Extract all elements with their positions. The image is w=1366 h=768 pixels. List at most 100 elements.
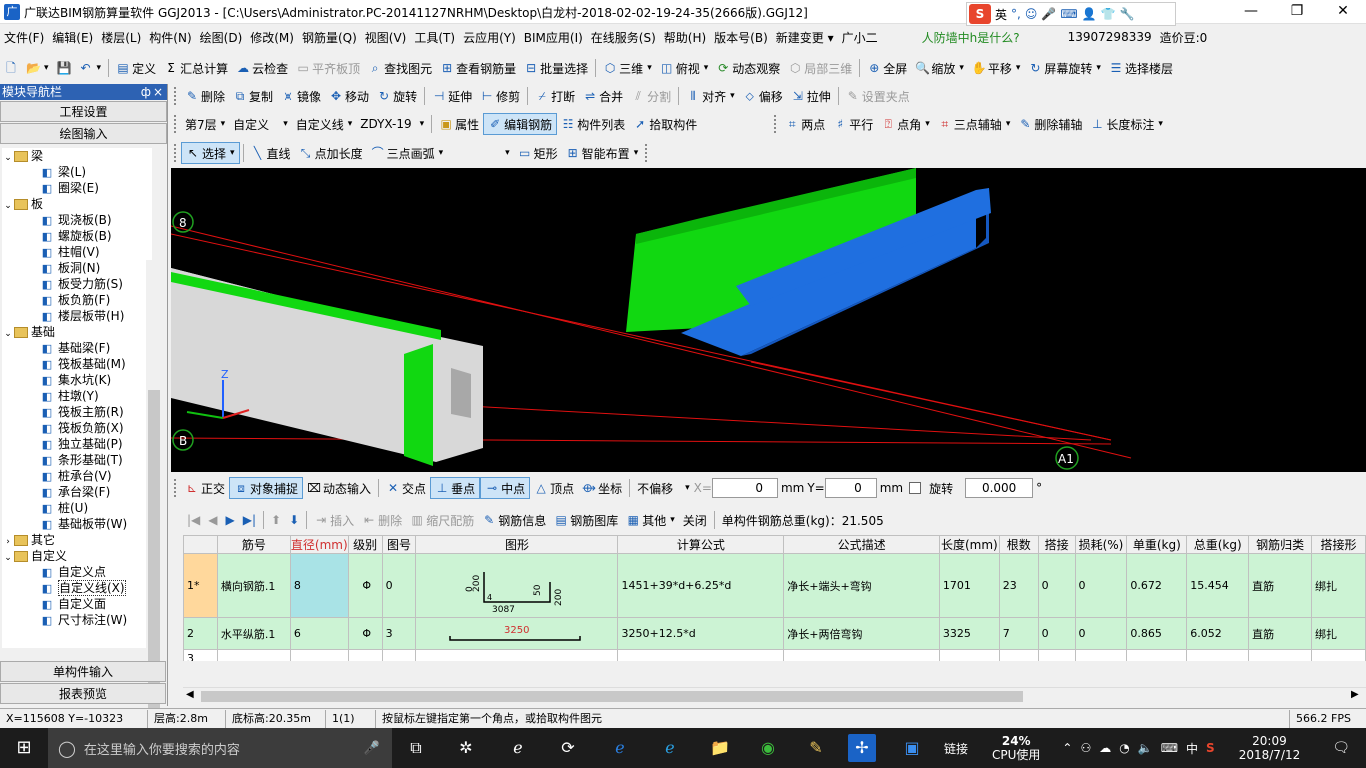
three-point-arc-button[interactable]: ⌒ 三点画弧 ▾ bbox=[367, 142, 448, 164]
cell-formula[interactable]: 1451+39*d+6.25*d bbox=[617, 553, 785, 618]
cell-empty[interactable] bbox=[381, 649, 417, 661]
fan-app-icon[interactable]: ✲ bbox=[452, 734, 480, 762]
header-lap-type[interactable]: 搭接形 bbox=[1310, 535, 1366, 554]
menu-cloud[interactable]: 云应用(Y) bbox=[459, 29, 520, 46]
arc-extra-dropdown[interactable]: ▾ bbox=[447, 142, 514, 164]
header-formula[interactable]: 计算公式 bbox=[617, 535, 785, 554]
component-select[interactable]: ZDYX-19 ▾ bbox=[356, 113, 428, 135]
scroll-left-icon[interactable]: ◀ bbox=[186, 689, 194, 700]
type-select[interactable]: 自定义线 ▾ bbox=[292, 113, 357, 135]
cell-length[interactable]: 1701 bbox=[938, 553, 1000, 618]
user-icon[interactable]: 👤 bbox=[1082, 7, 1097, 21]
point-angle-button[interactable]: ⍰ 点角 ▾ bbox=[877, 113, 934, 135]
cell-category[interactable]: 直筋 bbox=[1248, 553, 1312, 618]
open-file-button[interactable]: 📂 ▾ bbox=[22, 57, 53, 79]
cell-shape[interactable]: 0 200 50 200 3087 4 bbox=[415, 553, 619, 618]
x-offset-input[interactable]: 0 bbox=[711, 478, 778, 498]
keyboard-icon[interactable]: ⌨ bbox=[1060, 7, 1077, 21]
tree-item[interactable]: ◧ 圈梁(E) bbox=[2, 180, 152, 196]
cell-grade[interactable]: Φ bbox=[347, 553, 383, 618]
tree-item[interactable]: ◧ 尺寸标注(W) bbox=[2, 612, 152, 628]
vertex-snap[interactable]: △ 顶点 bbox=[530, 477, 578, 499]
emoji-icon[interactable]: ☺ bbox=[1025, 7, 1038, 21]
cell-empty[interactable] bbox=[998, 649, 1039, 661]
cell-lap-type[interactable]: 绑扎 bbox=[1310, 617, 1366, 650]
extend-button[interactable]: ⊣ 延伸 bbox=[428, 85, 476, 107]
cell-lap[interactable]: 0 bbox=[1037, 553, 1076, 618]
point-length-button[interactable]: ⤡ 点加长度 bbox=[295, 142, 367, 164]
trim-button[interactable]: ⊢ 修剪 bbox=[476, 85, 524, 107]
skin-icon[interactable]: 👕 bbox=[1101, 7, 1116, 21]
onedrive-icon[interactable]: ☁ bbox=[1099, 741, 1111, 755]
tree-group[interactable]: ⌄ 梁 bbox=[2, 148, 152, 164]
file-explorer-icon[interactable]: 📁 bbox=[706, 734, 734, 762]
fullscreen-button[interactable]: ⊕ 全屏 bbox=[863, 57, 911, 79]
tree-item[interactable]: ◧ 筏板负筋(X) bbox=[2, 420, 152, 436]
tree-item[interactable]: ◧ 现浇板(B) bbox=[2, 212, 152, 228]
sogou-tray-icon[interactable]: S bbox=[1206, 741, 1215, 755]
cell-diameter[interactable]: 6 bbox=[289, 617, 349, 650]
floor-select[interactable]: 第7层 ▾ bbox=[181, 113, 229, 135]
windows-start-icon[interactable]: ⊞ bbox=[0, 728, 48, 768]
define-button[interactable]: ▤ 定义 bbox=[112, 57, 160, 79]
row-number[interactable]: 3 bbox=[183, 649, 218, 661]
smart-layout-button[interactable]: ⊞ 智能布置 ▾ bbox=[562, 142, 643, 164]
voice-icon[interactable]: 🎤 bbox=[1041, 7, 1056, 21]
table-row[interactable]: 1* 横向钢筋.1 8 Φ 0 0 200 50 200 3087 4 1451… bbox=[183, 553, 1366, 618]
tree-item[interactable]: ◧ 承台梁(F) bbox=[2, 484, 152, 500]
tree-item[interactable]: ◧ 柱墩(Y) bbox=[2, 388, 152, 404]
tree-item[interactable]: ◧ 桩(U) bbox=[2, 500, 152, 516]
ie-browser-icon[interactable]: ℯ bbox=[504, 734, 532, 762]
tray-expand-icon[interactable]: ⌃ bbox=[1062, 741, 1072, 755]
tree-group[interactable]: ⌄ 板 bbox=[2, 196, 152, 212]
header-bar-name[interactable]: 筋号 bbox=[216, 535, 291, 554]
dynamic-observe-button[interactable]: ⟳ 动态观察 bbox=[712, 57, 784, 79]
view-3d-button[interactable]: ⬡ 三维 ▾ bbox=[599, 57, 656, 79]
menu-floor[interactable]: 楼层(L) bbox=[97, 29, 145, 46]
single-component-input-button[interactable]: 单构件输入 bbox=[0, 661, 166, 682]
header-total-weight[interactable]: 总重(kg) bbox=[1186, 535, 1250, 554]
batch-select-button[interactable]: ⊟ 批量选择 bbox=[520, 57, 592, 79]
move-button[interactable]: ✥ 移动 bbox=[325, 85, 373, 107]
volume-icon[interactable]: 🔈 bbox=[1138, 741, 1153, 755]
undo-button[interactable]: ↶ ▾ bbox=[75, 57, 106, 79]
attributes-button[interactable]: ▣ 属性 bbox=[435, 113, 483, 135]
delete-button[interactable]: ✎ 删除 bbox=[181, 85, 229, 107]
set-grip-button[interactable]: ✎ 设置夹点 bbox=[842, 85, 914, 107]
tree-item[interactable]: ◧ 基础板带(W) bbox=[2, 516, 152, 532]
category-select[interactable]: 自定义 ▾ bbox=[229, 113, 292, 135]
punctuation-icon[interactable]: °, bbox=[1011, 7, 1021, 21]
coords-snap[interactable]: ⟴ 坐标 bbox=[578, 477, 626, 499]
notification-icon[interactable]: 🗨 bbox=[1332, 740, 1350, 756]
cell-bar-name[interactable]: 横向钢筋.1 bbox=[216, 553, 291, 618]
header-formula-desc[interactable]: 公式描述 bbox=[783, 535, 940, 554]
app-icon[interactable]: 广 bbox=[4, 4, 20, 20]
other-menu-button[interactable]: ▦ 其他 ▾ bbox=[622, 509, 679, 531]
tree-item[interactable]: ◧ 螺旋板(B) bbox=[2, 228, 152, 244]
component-list-button[interactable]: ☷ 构件列表 bbox=[557, 113, 629, 135]
cell-unit-weight[interactable]: 0.865 bbox=[1126, 617, 1188, 650]
edit-rebar-button[interactable]: ✐ 编辑钢筋 bbox=[483, 113, 558, 135]
tree-item[interactable]: ◧ 自定义点 bbox=[2, 564, 152, 580]
menu-bim[interactable]: BIM应用(I) bbox=[520, 29, 587, 46]
360-browser-icon[interactable]: ◉ bbox=[754, 734, 782, 762]
cell-total-weight[interactable]: 15.454 bbox=[1186, 553, 1250, 618]
dynamic-input-toggle[interactable]: ⌧ 动态输入 bbox=[303, 477, 375, 499]
menu-view[interactable]: 视图(V) bbox=[361, 29, 411, 46]
tree-item[interactable]: ◧ 条形基础(T) bbox=[2, 452, 152, 468]
task-view-icon[interactable]: ⧉ bbox=[402, 734, 430, 762]
select-tool-button[interactable]: ↖ 选择 ▾ bbox=[181, 142, 240, 164]
table-row[interactable]: 2 水平纵筋.1 6 Φ 3 3250 3250+12.5*d 净长+两倍弯钩 … bbox=[183, 617, 1366, 650]
cell-empty[interactable] bbox=[1310, 649, 1366, 661]
header-category[interactable]: 钢筋归类 bbox=[1248, 535, 1312, 554]
tree-item[interactable]: ◧ 板负筋(F) bbox=[2, 292, 152, 308]
select-floor-button[interactable]: ☰ 选择楼层 bbox=[1105, 57, 1177, 79]
cell-formula-desc[interactable]: 净长+端头+弯钩 bbox=[783, 553, 940, 618]
perpendicular-snap[interactable]: ⊥ 垂点 bbox=[430, 477, 481, 499]
tree-item[interactable]: ◧ 板受力筋(S) bbox=[2, 276, 152, 292]
close-icon[interactable]: × bbox=[153, 84, 163, 100]
intersection-snap[interactable]: ✕ 交点 bbox=[382, 477, 430, 499]
cell-empty[interactable] bbox=[1074, 649, 1128, 661]
notice-link[interactable]: 人防墙中h是什么? bbox=[918, 29, 1024, 46]
next-record-button[interactable]: ▶ bbox=[222, 509, 239, 531]
